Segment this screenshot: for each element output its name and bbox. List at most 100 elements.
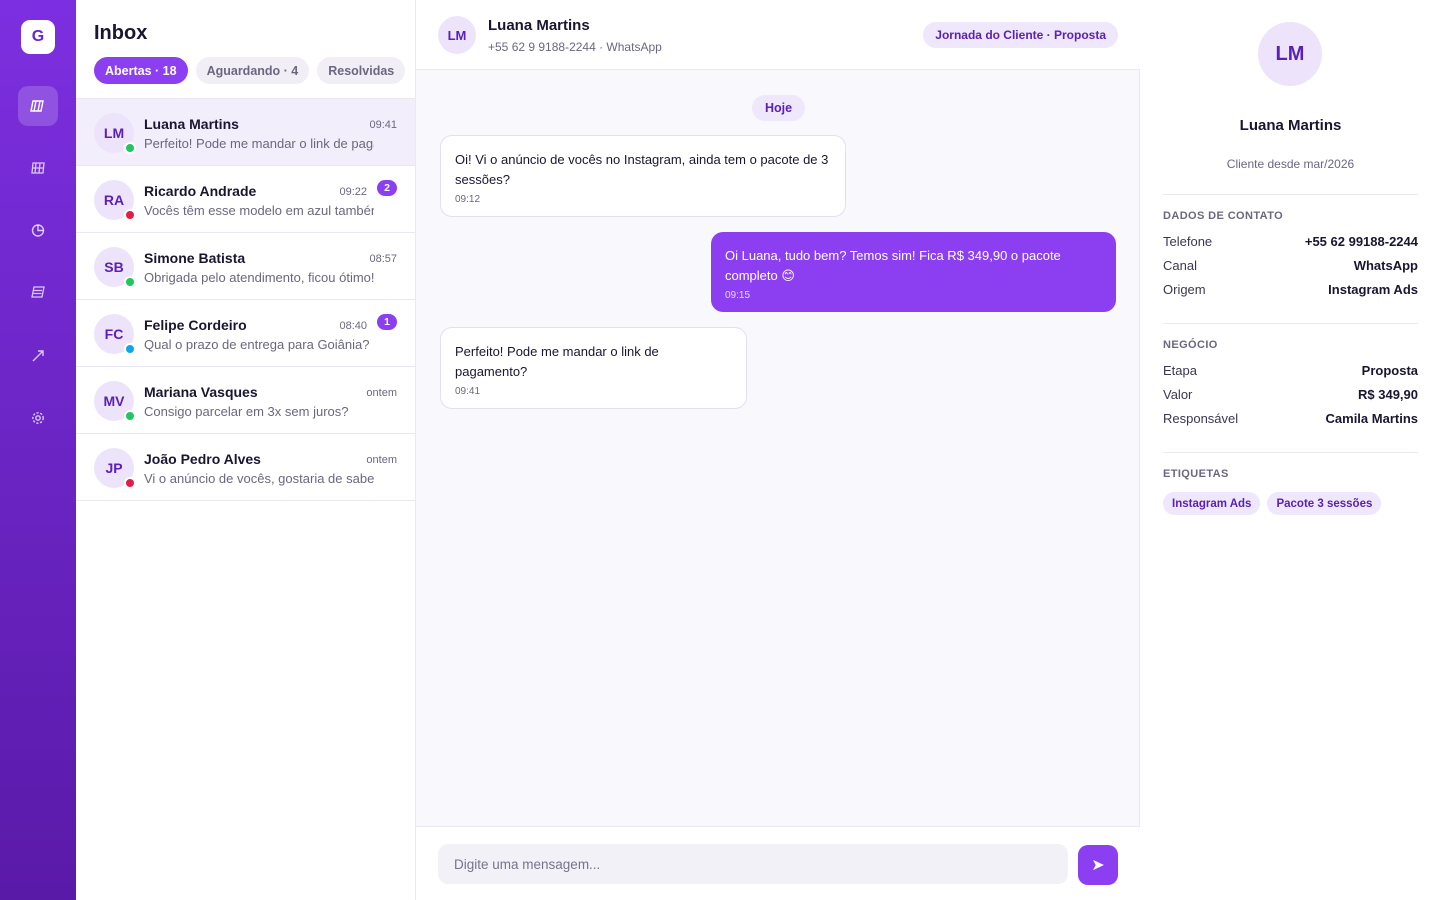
filter-waiting[interactable]: Aguardando · 4	[195, 57, 310, 84]
conversation-preview: Consigo parcelar em 3x sem juros?	[144, 404, 349, 419]
trend-icon	[32, 350, 44, 362]
message-time: 09:15	[725, 290, 751, 301]
analytics-nav-button[interactable]	[18, 336, 58, 376]
inbox-title: Inbox	[94, 22, 148, 44]
conversation-name: João Pedro Alves	[144, 451, 261, 467]
settings-nav-button[interactable]	[18, 398, 58, 438]
detail-value: Camila Martins	[1325, 411, 1418, 426]
conversation-time: 09:22	[339, 186, 367, 198]
avatar: RA	[94, 180, 136, 221]
filter-open[interactable]: Abertas · 18	[94, 57, 188, 84]
conversation-item[interactable]: RA Ricardo Andrade 09:22 2 Vocês têm ess…	[76, 166, 415, 233]
conversation-name: Simone Batista	[144, 250, 246, 266]
avatar: LM	[1258, 22, 1322, 86]
divider	[1163, 194, 1418, 195]
conversation-name: Felipe Cordeiro	[144, 317, 247, 333]
tag[interactable]: Instagram Ads	[1163, 492, 1261, 515]
detail-value: WhatsApp	[1353, 258, 1418, 273]
send-icon: ➤	[1091, 857, 1105, 874]
contact-subtitle: +55 62 9 9188-2244 · WhatsApp	[488, 40, 662, 54]
tag-list: Instagram Ads Pacote 3 sessões	[1163, 492, 1382, 515]
book-icon	[31, 286, 45, 298]
conversation-time: ontem	[366, 454, 397, 466]
tag[interactable]: Pacote 3 sessões	[1267, 492, 1382, 515]
conversation-item[interactable]: LM Luana Martins 09:41 Perfeito! Pode me…	[76, 99, 415, 166]
status-dot	[124, 410, 136, 422]
conversation-item[interactable]: FC Felipe Cordeiro 08:40 1 Qual o prazo …	[76, 300, 415, 367]
conversation-name: Luana Martins	[144, 116, 239, 132]
filter-resolved[interactable]: Resolvidas	[317, 57, 406, 84]
avatar: SB	[94, 247, 136, 288]
gear-icon	[32, 412, 44, 424]
status-dot	[124, 477, 136, 489]
avatar: LM	[438, 16, 476, 54]
detail-value: +55 62 99188-2244	[1304, 234, 1418, 249]
pie-icon	[31, 224, 45, 237]
detail-value: Instagram Ads	[1328, 282, 1418, 297]
detail-label: Canal	[1163, 258, 1197, 273]
detail-label: Responsável	[1163, 411, 1239, 426]
conversation-name: Ricardo Andrade	[144, 183, 257, 199]
message-input[interactable]	[438, 844, 1068, 884]
chat-header: LM Luana Martins +55 62 9 9188-2244 · Wh…	[416, 0, 1140, 70]
conversation-item[interactable]: SB Simone Batista 08:57 Obrigada pelo at…	[76, 233, 415, 300]
send-button[interactable]: ➤	[1078, 845, 1118, 885]
conversation-list: LM Luana Martins 09:41 Perfeito! Pode me…	[76, 98, 415, 501]
conversation-item[interactable]: MV Mariana Vasques ontem Consigo parcela…	[76, 367, 415, 434]
detail-row: Origem Instagram Ads	[1163, 282, 1418, 297]
conversation-time: 08:57	[369, 253, 397, 265]
catalog-nav-button[interactable]	[18, 272, 58, 312]
incoming-message: Oi! Vi o anúncio de vocês no Instagram, …	[440, 135, 846, 217]
divider	[1163, 323, 1418, 324]
status-dot	[124, 142, 136, 154]
conversation-item[interactable]: JP João Pedro Alves ontem Vi o anúncio d…	[76, 434, 415, 501]
unread-badge: 2	[377, 180, 397, 196]
detail-row: Canal WhatsApp	[1163, 258, 1418, 273]
status-dot	[124, 209, 136, 221]
message-text: Oi! Vi o anúncio de vocês no Instagram, …	[455, 152, 829, 187]
unread-badge: 1	[377, 314, 397, 330]
incoming-message: Perfeito! Pode me mandar o link de pagam…	[440, 327, 747, 409]
outgoing-message: Oi Luana, tudo bem? Temos sim! Fica R$ 3…	[711, 232, 1116, 312]
day-separator: Hoje	[752, 95, 806, 121]
reports-nav-button[interactable]	[18, 210, 58, 250]
grid-nav-button[interactable]	[18, 148, 58, 188]
detail-label: Etapa	[1163, 363, 1197, 378]
status-dot	[124, 276, 136, 288]
section-title-deal: NEGÓCIO	[1163, 339, 1218, 351]
conversation-preview: Vi o anúncio de vocês, gostaria de saber…	[144, 471, 374, 486]
journey-badge[interactable]: Jornada do Cliente · Proposta	[923, 22, 1118, 48]
conversation-time: ontem	[366, 387, 397, 399]
detail-row: Responsável Camila Martins	[1163, 411, 1418, 426]
avatar: MV	[94, 381, 136, 422]
avatar: JP	[94, 448, 136, 489]
detail-row: Telefone +55 62 99188-2244	[1163, 234, 1418, 249]
section-title-tags: ETIQUETAS	[1163, 468, 1229, 480]
conversation-time: 08:40	[339, 320, 367, 332]
inbox-nav-button[interactable]	[18, 86, 58, 126]
detail-value: R$ 349,90	[1358, 387, 1418, 402]
conversation-preview: Qual o prazo de entrega para Goiânia?	[144, 337, 370, 352]
message-text: Oi Luana, tudo bem? Temos sim! Fica R$ 3…	[725, 248, 1061, 283]
grid-icon	[31, 162, 45, 174]
message-text: Perfeito! Pode me mandar o link de pagam…	[455, 344, 659, 379]
columns-icon	[30, 100, 44, 112]
section-title-contact: DADOS DE CONTATO	[1163, 210, 1284, 222]
detail-label: Origem	[1163, 282, 1206, 297]
message-time: 09:41	[455, 386, 481, 397]
divider	[1163, 452, 1418, 453]
conversation-preview: Vocês têm esse modelo em azul também?	[144, 203, 374, 218]
conversation-preview: Obrigada pelo atendimento, ficou ótimo!	[144, 270, 374, 285]
app-logo[interactable]: G	[21, 20, 55, 54]
contact-details-panel: LM Luana Martins Cliente desde mar/2026 …	[1141, 0, 1440, 900]
avatar: LM	[94, 113, 136, 154]
detail-row: Valor R$ 349,90	[1163, 387, 1418, 402]
message-time: 09:12	[455, 194, 481, 205]
inbox-filters: Abertas · 18 Aguardando · 4 Resolvidas	[94, 57, 406, 84]
conversation-time: 09:41	[369, 119, 397, 131]
customer-since: Cliente desde mar/2026	[1226, 157, 1355, 171]
detail-label: Valor	[1163, 387, 1193, 402]
inbox-panel: Inbox Abertas · 18 Aguardando · 4 Resolv…	[76, 0, 416, 900]
detail-value: Proposta	[1361, 363, 1418, 378]
chat-panel: LM Luana Martins +55 62 9 9188-2244 · Wh…	[416, 0, 1140, 900]
